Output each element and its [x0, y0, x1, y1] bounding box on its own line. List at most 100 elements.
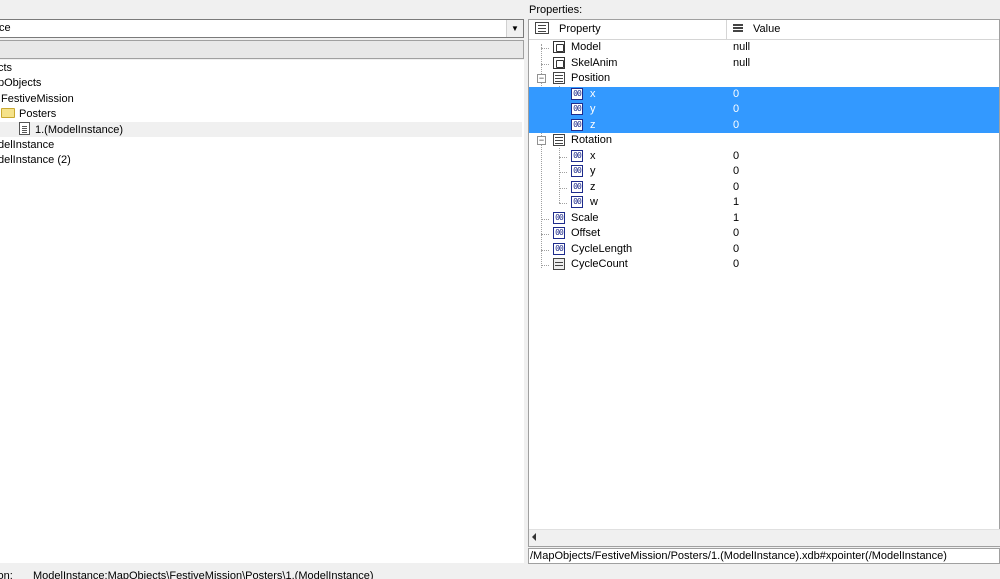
tree-item-label: FestiveMission: [1, 93, 74, 105]
property-name: y: [590, 103, 596, 115]
number-icon: [571, 149, 583, 162]
collapse-toggle[interactable]: −: [537, 136, 546, 145]
property-row-offset[interactable]: Offset 0: [529, 226, 999, 242]
property-row-position-z[interactable]: z 0: [529, 117, 999, 133]
property-value[interactable]: 0: [733, 242, 739, 257]
property-name: Position: [571, 72, 611, 84]
struct-icon: [553, 72, 565, 84]
tree-guide: [541, 218, 549, 220]
property-row-rotation[interactable]: − Rotation: [529, 133, 999, 149]
tree-guide: [541, 249, 549, 251]
property-name: SkelAnim: [571, 56, 618, 69]
property-row-model[interactable]: Model null: [529, 40, 999, 56]
property-value[interactable]: 0: [733, 257, 739, 272]
tree-guide: [541, 265, 549, 266]
tree-guide: [541, 48, 549, 49]
property-row-rotation-y[interactable]: y 0: [529, 164, 999, 180]
tree-item-label: delInstance: [0, 139, 55, 151]
tree-item-label: pObjects: [0, 77, 42, 89]
property-value[interactable]: 0: [733, 180, 739, 195]
number-icon: [571, 118, 583, 131]
grid-icon: [553, 258, 565, 270]
number-icon: [553, 211, 565, 224]
property-row-rotation-w[interactable]: w 1: [529, 195, 999, 211]
scroll-left-icon[interactable]: [532, 533, 536, 541]
property-row-position-y[interactable]: y 0: [529, 102, 999, 118]
column-header-label: Property: [559, 23, 601, 35]
tree-guide: [559, 172, 567, 173]
number-icon: [571, 87, 583, 100]
object-tree[interactable]: cts pObjects FestiveMission Posters 1.(M…: [0, 60, 524, 563]
property-name: x: [590, 149, 596, 162]
property-row-rotation-x[interactable]: x 0: [529, 149, 999, 165]
number-icon: [571, 180, 583, 193]
property-name: z: [590, 118, 596, 131]
type-combo-value: ce: [0, 22, 11, 34]
object-icon: [553, 41, 565, 53]
document-icon: [19, 122, 30, 135]
number-icon: [571, 165, 583, 177]
property-column-icon: [535, 22, 549, 34]
tree-item-objects[interactable]: cts: [0, 61, 12, 76]
collapse-toggle[interactable]: −: [537, 74, 546, 83]
property-name: CycleLength: [571, 242, 633, 255]
property-name: Scale: [571, 211, 599, 224]
xpointer-path-field[interactable]: /MapObjects/FestiveMission/Posters/1.(Mo…: [528, 548, 1000, 564]
property-row-rotation-z[interactable]: z 0: [529, 180, 999, 196]
tree-item-festivemission[interactable]: FestiveMission: [1, 92, 74, 107]
property-grid[interactable]: Property Value Model null SkelAnim null …: [528, 19, 1000, 547]
property-value[interactable]: null: [733, 40, 750, 55]
property-row-position-x[interactable]: x 0: [529, 86, 999, 102]
property-name: y: [590, 165, 596, 177]
status-label: tion:: [0, 570, 13, 579]
column-header-label: Value: [753, 23, 781, 35]
tree-item-modelinstance-selected[interactable]: 1.(ModelInstance): [0, 122, 522, 137]
property-row-position[interactable]: − Position: [529, 71, 999, 87]
status-value: ModelInstance:MapObjects\FestiveMission\…: [33, 570, 374, 579]
tree-item-label: 1.(ModelInstance): [35, 124, 124, 136]
status-bar: tion: ModelInstance:MapObjects\FestiveMi…: [0, 566, 1000, 579]
property-row-cyclecount[interactable]: CycleCount 0: [529, 257, 999, 273]
property-value[interactable]: 1: [733, 195, 739, 210]
property-value[interactable]: 0: [733, 102, 739, 117]
tree-item-mapobjects[interactable]: pObjects: [0, 76, 41, 91]
number-icon: [553, 242, 565, 255]
properties-title: Properties:: [529, 4, 583, 16]
property-name: CycleCount: [571, 258, 628, 270]
column-header-property[interactable]: Property: [529, 20, 727, 39]
tree-item-modelinstance[interactable]: delInstance: [0, 138, 54, 153]
property-name: x: [590, 87, 596, 100]
column-header-value[interactable]: Value: [727, 20, 999, 39]
filter-bar[interactable]: [0, 40, 524, 59]
grid-header: Property Value: [529, 20, 999, 40]
tree-guide: [541, 234, 549, 235]
property-row-skelanim[interactable]: SkelAnim null: [529, 56, 999, 72]
property-value[interactable]: 0: [733, 87, 739, 102]
struct-icon: [553, 134, 565, 146]
property-value[interactable]: null: [733, 56, 750, 71]
property-name: z: [590, 180, 596, 193]
property-row-cyclelength[interactable]: CycleLength 0: [529, 242, 999, 258]
tree-item-label: Posters: [19, 108, 57, 120]
property-value[interactable]: 1: [733, 211, 739, 226]
tree-guide: [559, 156, 567, 158]
folder-icon: [1, 108, 15, 118]
property-value[interactable]: 0: [733, 118, 739, 133]
type-combo[interactable]: ce ▼: [0, 19, 524, 38]
property-value[interactable]: 0: [733, 149, 739, 164]
property-name: Model: [571, 41, 601, 53]
property-row-scale[interactable]: Scale 1: [529, 211, 999, 227]
property-name: Offset: [571, 227, 601, 239]
tree-item-label: delInstance (2): [0, 154, 71, 166]
tree-item-posters[interactable]: Posters: [1, 107, 56, 122]
property-value[interactable]: 0: [733, 164, 739, 179]
tree-guide: [559, 203, 567, 204]
tree-item-modelinstance-2[interactable]: delInstance (2): [0, 153, 71, 168]
property-name: w: [590, 196, 598, 208]
property-name: Rotation: [571, 134, 612, 146]
property-value[interactable]: 0: [733, 226, 739, 241]
horizontal-scrollbar[interactable]: [529, 529, 1000, 546]
number-icon: [553, 227, 565, 239]
chevron-down-icon[interactable]: ▼: [506, 20, 523, 37]
tree-item-label: cts: [0, 62, 13, 74]
